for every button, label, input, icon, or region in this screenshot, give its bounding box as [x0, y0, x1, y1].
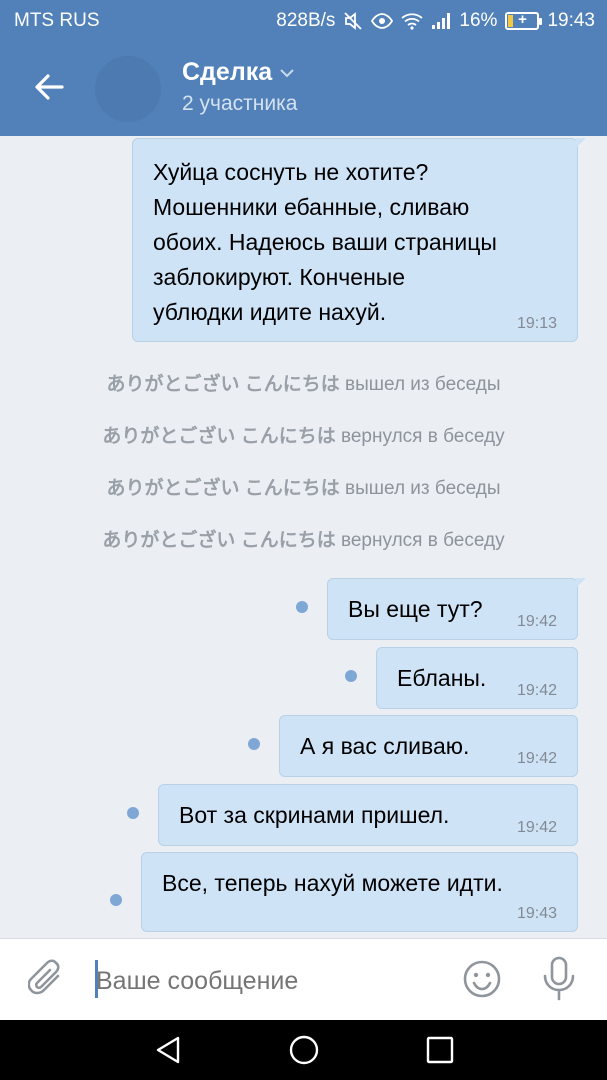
service-user: ありがとござい こんにちは [102, 426, 336, 447]
clock: 19:43 [547, 10, 595, 31]
smile-icon[interactable] [462, 959, 502, 999]
mute-icon [343, 11, 363, 31]
system-nav-bar [0, 1020, 607, 1080]
message-composer [0, 938, 607, 1020]
message-bubble[interactable]: Вот за скринами пришел. 19:42 [158, 784, 578, 846]
home-circle-icon[interactable] [288, 1034, 320, 1066]
service-user: ありがとござい こんにちは [106, 374, 340, 395]
message-bubble[interactable]: Все, теперь нахуй можете идти. 19:43 [141, 852, 578, 932]
message-bubble[interactable]: Вы еще тут? 19:42 [327, 578, 586, 640]
signal-icon [431, 12, 451, 30]
status-icons: 828B/s 16% + 19:43 [276, 10, 595, 32]
message-bubble[interactable]: А я вас сливаю. 19:42 [279, 715, 578, 777]
recents-square-icon[interactable] [424, 1034, 456, 1066]
message-time: 19:13 [516, 315, 557, 332]
message-text: Все, теперь нахуй можете идти. [162, 870, 503, 896]
battery-percent: 16% [459, 10, 498, 31]
chat-title-text: Сделка [182, 58, 273, 86]
message-time: 19:43 [516, 905, 557, 922]
microphone-icon[interactable] [541, 956, 577, 1002]
message-text: А я вас сливаю. [300, 733, 470, 759]
chat-header: Сделка 2 участника [0, 42, 607, 136]
message-text: Вы еще тут? [348, 596, 483, 622]
message-bubble[interactable]: Хуйца соснуть не хотите? Мошенники ебанн… [132, 138, 586, 342]
back-arrow-icon[interactable] [32, 70, 66, 104]
network-speed: 828B/s [276, 10, 336, 31]
chevron-down-icon [280, 68, 294, 77]
message-text: Хуйца соснуть не хотите? Мошенники ебанн… [153, 159, 497, 325]
service-message: ありがとござい こんにちは вышел из беседы [0, 473, 607, 500]
unread-dot [296, 601, 308, 613]
back-triangle-icon[interactable] [152, 1034, 184, 1066]
service-action: вернулся в беседу [340, 530, 505, 551]
service-action: вернулся в беседу [340, 426, 505, 447]
service-message: ありがとござい こんにちは вернулся в беседу [0, 421, 607, 448]
message-text: Вот за скринами пришел. [179, 802, 450, 828]
service-user: ありがとござい こんにちは [102, 530, 336, 551]
unread-dot [127, 807, 139, 819]
paperclip-icon[interactable] [27, 959, 66, 999]
message-time: 19:42 [516, 819, 557, 836]
message-input[interactable] [96, 961, 436, 1001]
carrier-name: MTS RUS [14, 10, 100, 31]
wifi-icon [401, 12, 423, 30]
service-message: ありがとござい こんにちは вышел из беседы [0, 369, 607, 396]
message-time: 19:42 [516, 682, 557, 699]
unread-dot [110, 894, 122, 906]
message-bubble[interactable]: Ебланы. 19:42 [376, 647, 578, 709]
chat-subtitle: 2 участника [182, 92, 298, 115]
service-action: вышел из беседы [345, 374, 501, 395]
message-time: 19:42 [516, 750, 557, 767]
status-bar: MTS RUS 828B/s 16% + 19:43 [0, 0, 607, 42]
message-time: 19:42 [516, 613, 557, 630]
chat-avatar[interactable] [95, 56, 161, 122]
eye-icon [371, 13, 394, 29]
service-action: вышел из беседы [345, 478, 501, 499]
service-user: ありがとござい こんにちは [106, 478, 340, 499]
chat-title[interactable]: Сделка [182, 58, 294, 87]
unread-dot [345, 670, 357, 682]
battery-charging-icon: + [505, 11, 543, 30]
message-text: Ебланы. [397, 665, 487, 691]
unread-dot [248, 738, 260, 750]
service-message: ありがとござい こんにちは вернулся в беседу [0, 525, 607, 552]
